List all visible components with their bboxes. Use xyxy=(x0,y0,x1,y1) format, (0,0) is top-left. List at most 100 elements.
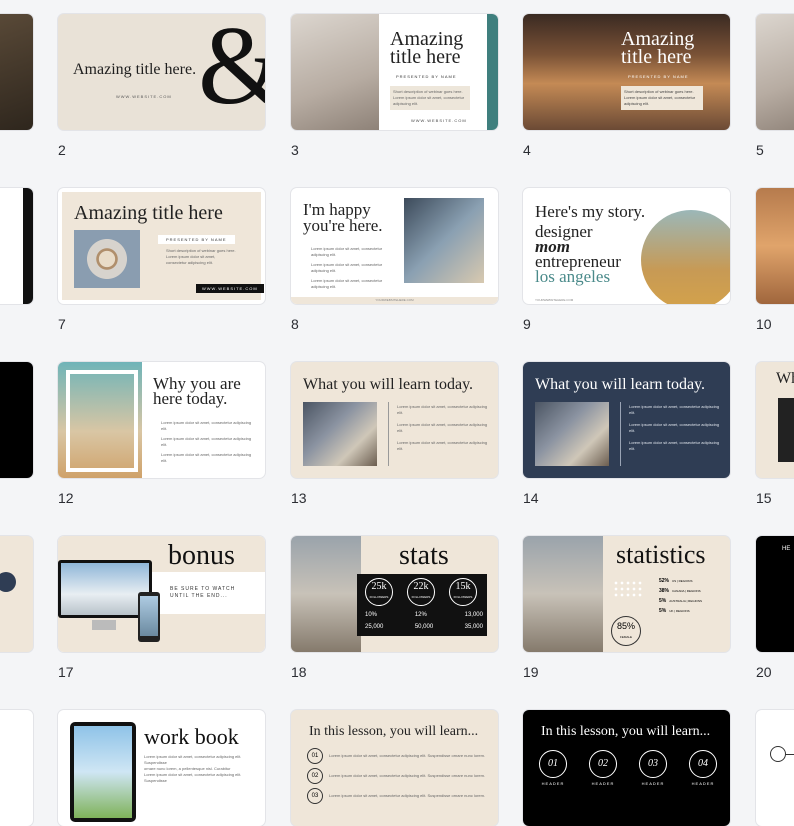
stat-value: 15k xyxy=(455,581,471,592)
slide-thumb-2[interactable]: Amazing title here. WWW.WEBSITE.COM & xyxy=(58,14,265,130)
slide-photo xyxy=(535,402,609,466)
stat-label: FOLLOWERS xyxy=(369,595,389,599)
bar-label: AUSTRALIA | REGIONS xyxy=(669,599,703,603)
slide-number: 15 xyxy=(756,490,772,506)
stats-panel: 25k FOLLOWERS 22k FOLLOWERS 15k FOLLOWER… xyxy=(357,574,487,636)
slide-number: 2 xyxy=(58,142,66,158)
slide-thumb-5-partial[interactable] xyxy=(756,14,794,130)
step-item: 03 HEADER xyxy=(639,750,667,786)
bar-row: 5% AUSTRALIA | REGIONS xyxy=(659,596,725,606)
learn-item: Lorem ipsum dolor sit amet, consectetur … xyxy=(397,422,488,433)
slide-thumb-8[interactable]: I'm happy you're here. Lorem ipsum dolor… xyxy=(291,188,498,304)
bar-pct: 38% xyxy=(659,588,670,594)
slide-thumb-17[interactable]: bonus BE SURE TO WATCH UNTIL THE END... xyxy=(58,536,265,652)
slide-description: Short description of webinar goes here. … xyxy=(390,86,470,110)
accent-bar xyxy=(487,14,498,130)
phone-mockup xyxy=(138,592,160,642)
accent-bar xyxy=(23,188,33,304)
slide-number: 5 xyxy=(756,142,764,158)
badge-circle xyxy=(0,572,16,592)
slide-number: 19 xyxy=(523,664,539,680)
slide-thumb-19[interactable]: statistics 52% US | REGIONS 38% CANADA | R… xyxy=(523,536,730,652)
checklist-item: Lorem ipsum dolor sit amet, consectetur … xyxy=(161,420,252,431)
slide-number: 13 xyxy=(291,490,307,506)
slide-title: Amazing title here xyxy=(74,202,223,224)
slide-thumb-24[interactable]: In this lesson, you will learn... 01 HEA… xyxy=(523,710,730,826)
world-map xyxy=(613,580,643,598)
slide-number: 9 xyxy=(523,316,531,332)
tablet-mockup xyxy=(70,722,136,822)
slide-thumb-4[interactable]: Amazing title here PRESENTED BY NAME Sho… xyxy=(523,14,730,130)
slide-thumb-22[interactable]: work book Lorem ipsum dolor sit amet, co… xyxy=(58,710,265,826)
slide-thumb-13[interactable]: What you will learn today. Lorem ipsum d… xyxy=(291,362,498,478)
slide-thumb-3[interactable]: Amazing title here PRESENTED BY NAME Sho… xyxy=(291,14,498,130)
step-item: 01 HEADER xyxy=(539,750,567,786)
stat-number: 25,000 xyxy=(365,624,384,630)
slide-line: los angeles xyxy=(535,267,611,286)
slide-thumb-23[interactable]: In this lesson, you will learn... 01 Lor… xyxy=(291,710,498,826)
stat-value: 25k xyxy=(371,581,387,592)
stat-circle: 22k FOLLOWERS xyxy=(407,578,435,606)
slide-thumb-10-partial[interactable] xyxy=(756,188,794,304)
slide-description: Short description of webinar goes here. … xyxy=(166,248,236,265)
step-number: 01 xyxy=(307,748,323,764)
slide-thumb-25-partial[interactable] xyxy=(756,710,794,826)
slide-thumb-14[interactable]: What you will learn today. Lorem ipsum d… xyxy=(523,362,730,478)
slide-thumb-6-partial[interactable] xyxy=(0,188,33,304)
slide-thumb-20-partial[interactable]: HE xyxy=(756,536,794,652)
text-line: Lorem ipsum dolor sit amet, consectetur … xyxy=(144,772,242,783)
bar-row: 52% US | REGIONS xyxy=(659,576,725,586)
divider xyxy=(388,402,389,466)
step-circles: 01 HEADER 02 HEADER 03 HEADER 04 HEADER xyxy=(539,750,717,786)
stat-number: 35,000 xyxy=(464,624,483,630)
slide-thumb-11-partial[interactable] xyxy=(0,362,33,478)
learn-list: Lorem ipsum dolor sit amet, consectetur … xyxy=(397,404,489,452)
slide-presented: PRESENTED BY NAME xyxy=(396,74,457,79)
percent-label: FEMALE xyxy=(619,635,632,639)
slide-number: 12 xyxy=(58,490,74,506)
slide-number: 8 xyxy=(291,316,299,332)
learn-item: Lorem ipsum dolor sit amet, consectetur … xyxy=(629,404,720,415)
checklist-item: Lorem ipsum dolor sit amet, consectetur … xyxy=(161,452,252,463)
photo-frame xyxy=(66,370,138,472)
stat-circle: 15k FOLLOWERS xyxy=(449,578,477,606)
stat-number: 13,000 xyxy=(464,612,483,618)
slide-thumb-16-partial[interactable] xyxy=(0,536,33,652)
slide-title: stats xyxy=(399,540,449,571)
divider xyxy=(620,402,621,466)
slide-number: 20 xyxy=(756,664,772,680)
slide-website: WWW.WEBSITE.COM xyxy=(196,284,264,293)
slide-title: In this lesson, you will learn... xyxy=(309,724,479,739)
slide-website: WWW.WEBSITE.COM xyxy=(411,118,467,123)
bar-label: US | REGIONS xyxy=(672,579,693,583)
slide-title: Amazing title here xyxy=(390,28,464,68)
slide-title: bonus xyxy=(168,540,235,571)
learn-item: Lorem ipsum dolor sit amet, consectetur … xyxy=(397,440,488,451)
slide-thumb-18[interactable]: stats 25k FOLLOWERS 22k FOLLOWERS 15k FO… xyxy=(291,536,498,652)
stat-label: FOLLOWERS xyxy=(453,595,473,599)
stat-number: 50,000 xyxy=(414,624,434,630)
slide-title: Wh xyxy=(776,370,794,387)
slide-thumb-9[interactable]: Here's my story. designer mom entreprene… xyxy=(523,188,730,304)
slide-footer: YOURWEBSITEHERE.COM xyxy=(535,298,574,302)
slide-heading: Here's my story. xyxy=(535,202,646,221)
slide-title: I'm happy you're here. xyxy=(303,200,383,235)
slide-website: WWW.WEBSITE.COM xyxy=(116,94,172,99)
monitor-stand xyxy=(92,620,116,630)
slide-photo xyxy=(291,536,361,652)
step-label: HEADER xyxy=(691,781,715,786)
slide-thumb-1-partial[interactable] xyxy=(0,14,33,130)
slide-text: HE xyxy=(782,546,791,552)
slide-thumb-15-partial[interactable]: Wh xyxy=(756,362,794,478)
slide-title: Amazing title here. xyxy=(73,61,197,78)
checklist-item: Lorem ipsum dolor sit amet, consectetur … xyxy=(311,262,383,273)
slide-title: What you will learn today. xyxy=(303,376,474,393)
slide-thumb-7[interactable]: Amazing title here PRESENTED BY NAME Sho… xyxy=(58,188,265,304)
step-number: 04 xyxy=(689,750,717,778)
slide-number: 4 xyxy=(523,142,531,158)
stat-label: FOLLOWERS xyxy=(411,595,431,599)
slide-thumb-21-partial[interactable] xyxy=(0,710,33,826)
slide-title: In this lesson, you will learn... xyxy=(541,724,711,739)
slide-number: 17 xyxy=(58,664,74,680)
slide-thumb-12[interactable]: Why you are here today. Lorem ipsum dolo… xyxy=(58,362,265,478)
